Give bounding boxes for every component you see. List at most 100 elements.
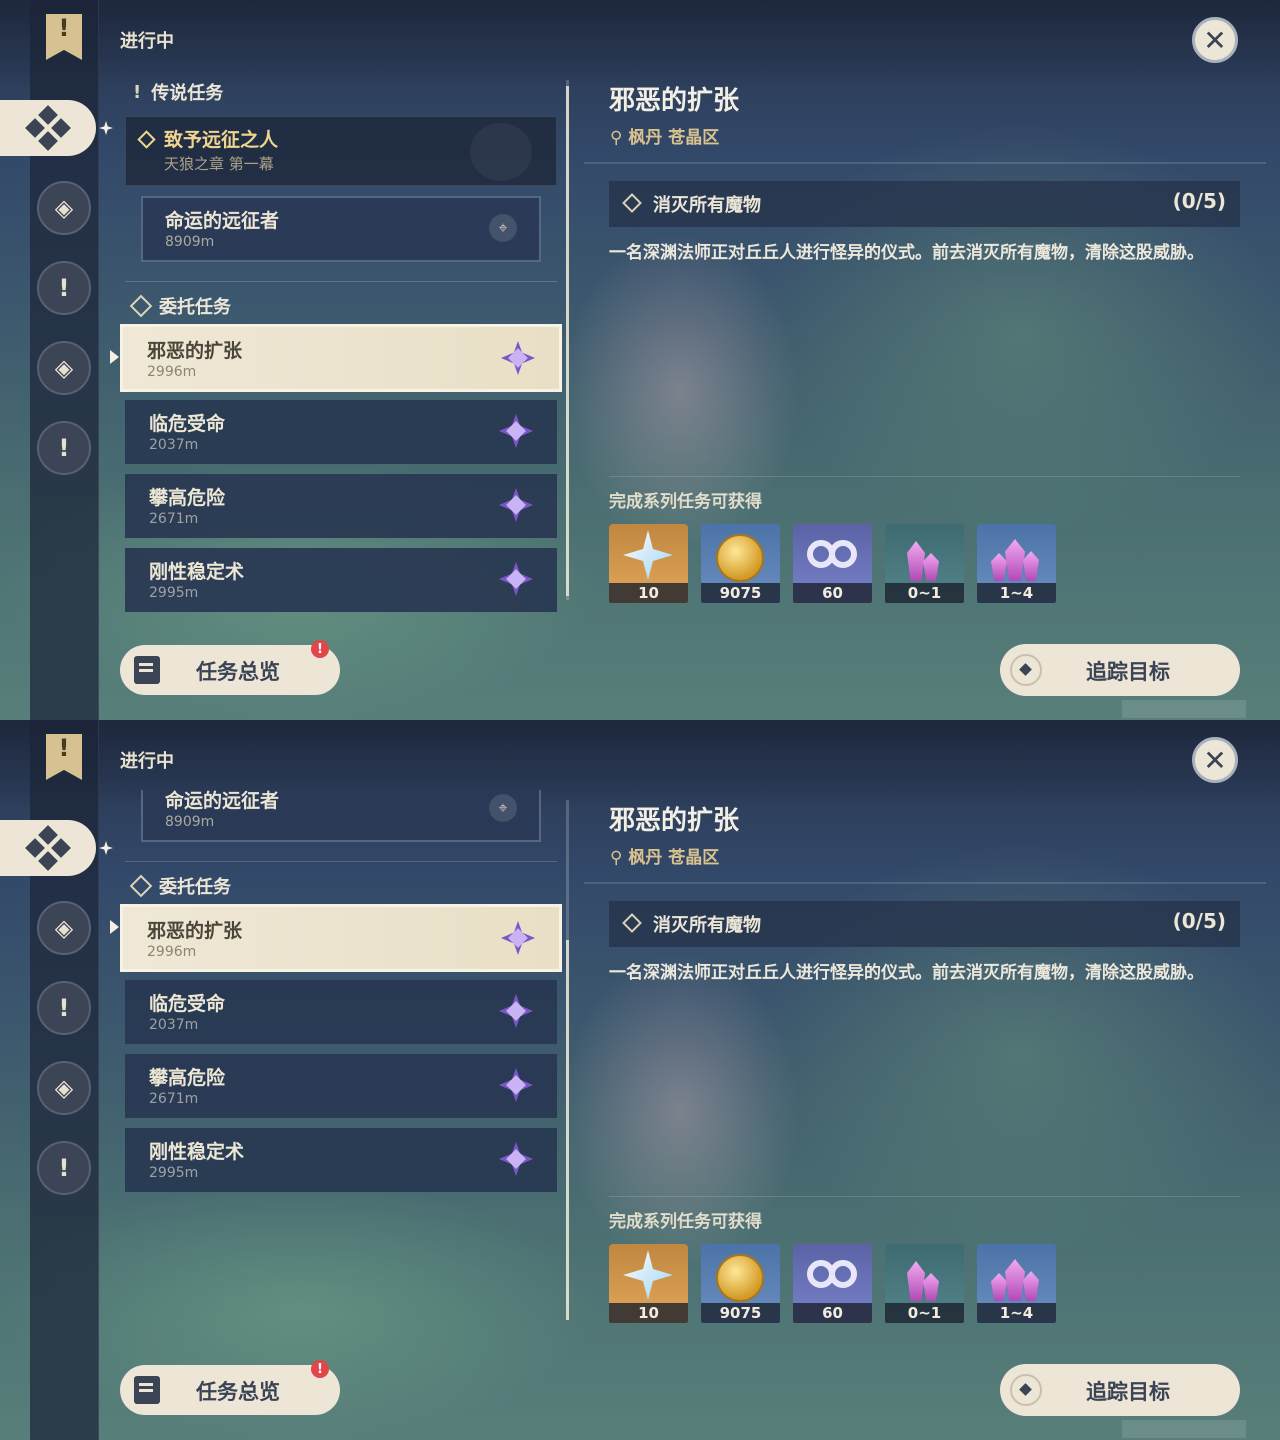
task-item[interactable]: 临危受命 2037m xyxy=(125,400,557,464)
quest-overview-button[interactable]: 任务总览 xyxy=(120,645,340,695)
rail-tab-event[interactable]: ! xyxy=(37,421,91,475)
list-scrollbar[interactable] xyxy=(566,80,569,600)
reward-item[interactable]: 60 xyxy=(793,524,872,603)
rail-tab-commission[interactable] xyxy=(0,100,96,156)
task-item[interactable]: 临危受命 2037m xyxy=(125,980,557,1044)
rail-tab-world[interactable]: ◈ xyxy=(37,341,91,395)
objective-diamond-icon xyxy=(622,913,642,933)
reward-amount: 10 xyxy=(609,583,688,603)
commission-marker-icon xyxy=(501,921,535,955)
task-title: 邪恶的扩张 xyxy=(147,340,243,362)
rail-tab-archon[interactable]: ◈ xyxy=(37,181,91,235)
commission-diamond-icon xyxy=(129,874,153,898)
quest-book-icon xyxy=(134,1376,160,1404)
reward-item[interactable]: 10 xyxy=(609,524,688,603)
divider xyxy=(584,162,1266,164)
rail-tab-story[interactable]: ! xyxy=(37,981,91,1035)
reward-item[interactable]: 9075 xyxy=(701,524,780,603)
selection-spark-icon xyxy=(99,841,113,855)
task-distance: 2996m xyxy=(147,944,197,960)
commission-marker-icon xyxy=(499,414,533,448)
quest-screen-2: ! ◈ ! ◈ ! 进行中 命运的远征者 8909m ⌖ 委托任务 邪恶的扩张 … xyxy=(0,720,1280,1440)
button-label: 任务总览 xyxy=(196,660,280,684)
legend-subquest-card[interactable]: 命运的远征者 8909m ⌖ xyxy=(141,196,541,262)
track-icon xyxy=(1010,654,1042,686)
task-title: 攀高危险 xyxy=(149,487,226,509)
compass-icon: ◈ xyxy=(54,194,74,222)
compass-icon: ◈ xyxy=(54,914,74,942)
status-label: 进行中 xyxy=(120,31,174,52)
scrollbar-thumb[interactable] xyxy=(566,86,569,596)
reward-item[interactable]: 60 xyxy=(793,1244,872,1323)
reward-item[interactable]: 0~1 xyxy=(885,524,964,603)
track-icon xyxy=(1010,1374,1042,1406)
reward-item[interactable]: 10 xyxy=(609,1244,688,1323)
reward-amount: 60 xyxy=(793,1303,872,1323)
primogem-icon xyxy=(623,1250,673,1300)
location-pin-icon[interactable]: ⌖ xyxy=(489,214,517,242)
notification-badge: ! xyxy=(311,640,329,658)
quest-list[interactable]: 命运的远征者 8909m ⌖ 委托任务 邪恶的扩张 2996m 临危受命 203… xyxy=(115,790,565,1340)
track-target-button[interactable]: 追踪目标 xyxy=(1000,644,1240,696)
legend-quest-card[interactable]: 致予远征之人 天狼之章 第一幕 xyxy=(125,116,557,186)
divider xyxy=(125,281,557,282)
commission-section-header: 委托任务 xyxy=(129,293,231,319)
task-item[interactable]: 攀高危险 2671m xyxy=(125,474,557,538)
primogem-icon xyxy=(623,530,673,580)
commission-marker-icon xyxy=(499,1142,533,1176)
button-label: 追踪目标 xyxy=(1086,660,1170,684)
task-title: 刚性稳定术 xyxy=(149,1141,245,1163)
commission-marker-icon xyxy=(499,562,533,596)
task-item[interactable]: 攀高危险 2671m xyxy=(125,1054,557,1118)
rail-tab-world[interactable]: ◈ xyxy=(37,1061,91,1115)
list-scrollbar[interactable] xyxy=(566,800,569,1320)
legend-subquest-card[interactable]: 命运的远征者 8909m ⌖ xyxy=(141,790,541,842)
commission-marker-icon xyxy=(499,994,533,1028)
task-title: 临危受命 xyxy=(149,413,226,435)
task-distance: 2995m xyxy=(149,1165,199,1181)
close-button[interactable]: ✕ xyxy=(1192,17,1238,63)
detail-title: 邪恶的扩张 xyxy=(609,86,740,116)
commission-marker-icon xyxy=(499,1068,533,1102)
divider xyxy=(609,476,1240,477)
subquest-distance: 8909m xyxy=(165,814,215,830)
rail-tab-story[interactable]: ! xyxy=(37,261,91,315)
selected-arrow-icon xyxy=(110,350,119,364)
status-label: 进行中 xyxy=(120,751,174,772)
task-distance: 2037m xyxy=(149,437,199,453)
task-item[interactable]: 邪恶的扩张 2996m xyxy=(120,904,562,972)
close-button[interactable]: ✕ xyxy=(1192,737,1238,783)
divider xyxy=(125,861,557,862)
task-item[interactable]: 刚性稳定术 2995m xyxy=(125,1128,557,1192)
quest-book-icon xyxy=(134,656,160,684)
quest-screen-1: ! ◈ ! ◈ ! 进行中 ! 传说任务 致予远征之人 天狼之章 第一幕 命运的… xyxy=(0,0,1280,720)
track-target-button[interactable]: 追踪目标 xyxy=(1000,1364,1240,1416)
detail-location: ⚲ 枫丹 苍晶区 xyxy=(610,123,719,148)
rail-tab-archon[interactable]: ◈ xyxy=(37,901,91,955)
task-item[interactable]: 刚性稳定术 2995m xyxy=(125,548,557,612)
rail-tab-event[interactable]: ! xyxy=(37,1141,91,1195)
reward-amount: 9075 xyxy=(701,1303,780,1323)
reward-item[interactable]: 0~1 xyxy=(885,1244,964,1323)
divider xyxy=(584,882,1266,884)
reward-item[interactable]: 9075 xyxy=(701,1244,780,1323)
button-label: 追踪目标 xyxy=(1086,1380,1170,1404)
rail-tab-commission[interactable] xyxy=(0,820,96,876)
task-item[interactable]: 邪恶的扩张 2996m xyxy=(120,324,562,392)
selected-arrow-icon xyxy=(110,920,119,934)
scrollbar-thumb[interactable] xyxy=(566,940,569,1320)
objective-text: 消灭所有魔物 xyxy=(653,915,761,936)
exclamation-icon: ! xyxy=(58,434,70,462)
task-distance: 2671m xyxy=(149,511,199,527)
reward-item[interactable]: 1~4 xyxy=(977,524,1056,603)
subquest-distance: 8909m xyxy=(165,234,215,250)
quest-list[interactable]: ! 传说任务 致予远征之人 天狼之章 第一幕 命运的远征者 8909m ⌖ 委托… xyxy=(115,70,565,620)
reward-amount: 10 xyxy=(609,1303,688,1323)
reward-item[interactable]: 1~4 xyxy=(977,1244,1056,1323)
quest-overview-button[interactable]: 任务总览 xyxy=(120,1365,340,1415)
task-title: 邪恶的扩张 xyxy=(147,920,243,942)
location-pin-icon[interactable]: ⌖ xyxy=(489,794,517,822)
legend-quest-chapter: 天狼之章 第一幕 xyxy=(164,155,274,173)
objective-text: 消灭所有魔物 xyxy=(653,195,761,216)
location-text: 枫丹 苍晶区 xyxy=(628,848,720,868)
